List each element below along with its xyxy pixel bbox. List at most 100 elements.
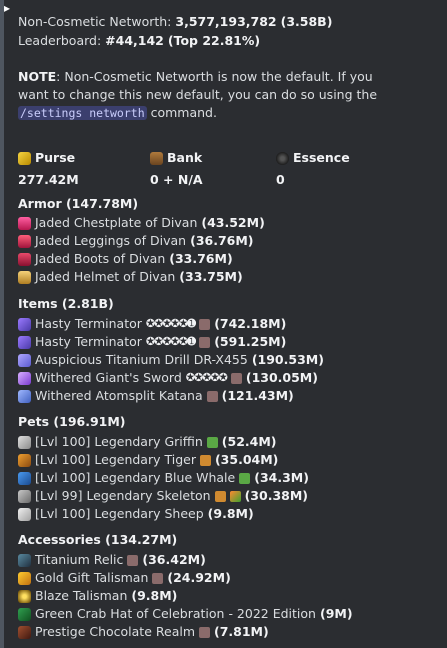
item-name: [Lvl 100] Legendary Griffin — [35, 434, 203, 449]
item-value: (24.92M) — [167, 570, 231, 585]
list-item: Jaded Boots of Divan (33.76M) — [18, 251, 233, 267]
item-value: (52.4M) — [221, 434, 277, 449]
leggings-icon — [18, 234, 31, 248]
pet-item-icon — [239, 472, 251, 484]
list-item: Jaded Leggings of Divan (36.76M) — [18, 233, 254, 249]
recomb-icon — [230, 372, 242, 384]
chocolate-icon — [18, 625, 31, 639]
bank-label: Bank — [167, 150, 203, 165]
essence-label: Essence — [293, 150, 350, 165]
list-item: [Lvl 100] Legendary Sheep (9.8M) — [18, 506, 254, 522]
list-item: Hasty Terminator ✪✪✪✪✪➊ (591.25M) — [18, 334, 286, 350]
gift-icon — [18, 571, 31, 585]
networth-value: 3,577,193,782 — [175, 14, 277, 29]
list-item: Auspicious Titanium Drill DR-X455 (190.5… — [18, 352, 324, 368]
leaderboard-value: #44,142 — [105, 33, 164, 48]
item-name: Jaded Leggings of Divan — [35, 233, 187, 248]
list-item: [Lvl 100] Legendary Griffin (52.4M) — [18, 434, 277, 450]
item-name: Titanium Relic — [35, 552, 124, 567]
recomb-icon — [127, 554, 139, 566]
item-value: (190.53M) — [251, 352, 324, 367]
chestplate-icon — [18, 216, 31, 230]
pet-item-icon — [206, 436, 218, 448]
item-value: (130.05M) — [245, 370, 318, 385]
list-item: Blaze Talisman (9.8M) — [18, 588, 177, 604]
item-name: Hasty Terminator — [35, 316, 142, 331]
sword-icon — [18, 371, 31, 385]
item-value: (9M) — [319, 606, 353, 621]
corner-arrow: ▸ — [4, 1, 11, 15]
list-item: Green Crab Hat of Celebration - 2022 Edi… — [18, 606, 353, 622]
purse-field: Purse 277.42M — [18, 150, 79, 188]
list-item: Withered Giant's Sword ✪✪✪✪✪ (130.05M) — [18, 370, 318, 386]
item-name: Withered Atomsplit Katana — [35, 388, 203, 403]
leaderboard-line: Leaderboard: #44,142 (Top 22.81%) — [18, 33, 260, 49]
skeleton-icon — [18, 489, 31, 503]
gold-coins-icon — [18, 151, 31, 165]
item-name: Jaded Helmet of Divan — [35, 269, 176, 284]
list-item: Jaded Chestplate of Divan (43.52M) — [18, 215, 265, 231]
item-name: [Lvl 100] Legendary Sheep — [35, 506, 204, 521]
essence-field: Essence 0 — [276, 150, 350, 188]
item-value: (33.76M) — [169, 251, 233, 266]
list-item: Hasty Terminator ✪✪✪✪✪➊ (742.18M) — [18, 316, 286, 332]
star-rating: ✪✪✪✪✪➊ — [145, 317, 196, 330]
item-value: (36.42M) — [142, 552, 206, 567]
item-name: Jaded Chestplate of Divan — [35, 215, 198, 230]
item-name: [Lvl 100] Legendary Blue Whale — [35, 470, 236, 485]
item-value: (35.04M) — [214, 452, 279, 467]
note-text-end: command. — [146, 105, 217, 120]
recomb-icon — [199, 626, 210, 638]
recomb-icon — [206, 390, 218, 402]
note-label: NOTE — [18, 69, 57, 84]
bank-value: 0 + N/A — [150, 172, 203, 187]
list-item: Prestige Chocolate Realm (7.81M) — [18, 624, 269, 640]
essence-value: 0 — [276, 172, 285, 187]
star-rating: ✪✪✪✪✪ — [185, 371, 228, 384]
accessories-section-title: Accessories (134.27M) — [18, 532, 178, 547]
item-name: Auspicious Titanium Drill DR-X455 — [35, 352, 248, 367]
list-item: [Lvl 99] Legendary Skeleton (30.38M) — [18, 488, 308, 504]
item-value: (121.43M) — [221, 388, 294, 403]
pet-item-icon — [214, 490, 226, 502]
networth-embed: ▸ Non-Cosmetic Networth: 3,577,193,782 (… — [0, 0, 447, 648]
networth-line: Non-Cosmetic Networth: 3,577,193,782 (3.… — [18, 14, 332, 30]
item-value: (591.25M) — [214, 334, 287, 349]
note-paragraph: NOTE: Non-Cosmetic Networth is now the d… — [18, 68, 403, 122]
purse-value: 277.42M — [18, 172, 79, 187]
bow-icon — [18, 335, 31, 349]
blaze-icon — [18, 589, 31, 603]
boots-icon — [18, 252, 31, 266]
item-name: Gold Gift Talisman — [35, 570, 149, 585]
item-value: (43.52M) — [201, 215, 265, 230]
helmet-icon — [18, 270, 31, 284]
bow-icon — [18, 317, 31, 331]
tiger-icon — [18, 453, 31, 467]
item-value: (34.3M) — [254, 470, 309, 485]
item-name: Hasty Terminator — [35, 334, 142, 349]
drill-icon — [18, 353, 31, 367]
list-item: Jaded Helmet of Divan (33.75M) — [18, 269, 243, 285]
purse-label: Purse — [35, 150, 76, 165]
pets-section-title: Pets (196.91M) — [18, 414, 126, 429]
list-item: Withered Atomsplit Katana (121.43M) — [18, 388, 294, 404]
armor-section-title: Armor (147.78M) — [18, 196, 139, 211]
relic-icon — [18, 553, 31, 567]
griffin-icon — [18, 435, 31, 449]
settings-command[interactable]: /settings networth — [18, 106, 147, 120]
star-rating: ✪✪✪✪✪➊ — [145, 335, 196, 348]
items-section-title: Items (2.81B) — [18, 296, 114, 311]
item-value: (30.38M) — [244, 488, 308, 503]
whale-icon — [18, 471, 31, 485]
note-text: : Non-Cosmetic Networth is now the defau… — [18, 69, 378, 102]
pet-item-icon — [199, 454, 211, 466]
item-name: Blaze Talisman — [35, 588, 128, 603]
item-value: (9.8M) — [131, 588, 178, 603]
item-value: (33.75M) — [179, 269, 243, 284]
item-name: Green Crab Hat of Celebration - 2022 Edi… — [35, 606, 316, 621]
recomb-icon — [152, 572, 164, 584]
item-name: Withered Giant's Sword — [35, 370, 182, 385]
sheep-icon — [18, 507, 31, 521]
essence-orb-icon — [276, 151, 289, 165]
item-value: (742.18M) — [214, 316, 287, 331]
